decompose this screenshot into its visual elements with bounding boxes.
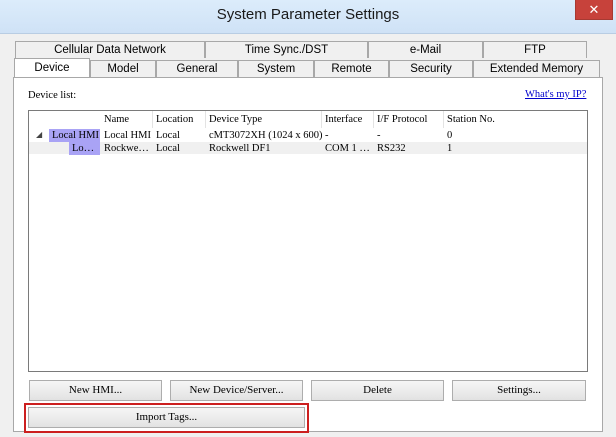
cell-name: Rockwe… xyxy=(104,143,149,154)
tab-cellular-data-network[interactable]: Cellular Data Network xyxy=(15,41,205,58)
tab-extended-memory[interactable]: Extended Memory xyxy=(473,60,600,77)
whats-my-ip-link[interactable]: What's my IP? xyxy=(525,89,586,100)
tab-security[interactable]: Security xyxy=(389,60,473,77)
tab-time-sync-dst[interactable]: Time Sync./DST xyxy=(205,41,368,58)
column-header-name[interactable]: Name xyxy=(101,111,153,128)
window-title: System Parameter Settings xyxy=(216,6,400,23)
cell-station: 0 xyxy=(447,130,453,141)
cell-device-type: Rockwell DF1 xyxy=(209,143,271,154)
highlight-box xyxy=(24,403,309,433)
close-button[interactable]: ✕ xyxy=(575,0,613,20)
tab-system[interactable]: System xyxy=(238,60,314,77)
new-hmi-button[interactable]: New HMI... xyxy=(29,380,162,401)
tab-general[interactable]: General xyxy=(156,60,238,77)
tab-email[interactable]: e-Mail xyxy=(368,41,483,58)
column-header-device-type[interactable]: Device Type xyxy=(206,111,322,128)
column-header-station-no[interactable]: Station No. xyxy=(444,111,514,128)
device-list-label: Device list: xyxy=(28,90,77,101)
group-label: Lo… xyxy=(69,142,100,155)
cell-location: Local xyxy=(156,130,180,141)
cell-name: Local HMI xyxy=(104,130,151,141)
title-bar: System Parameter Settings ✕ xyxy=(0,0,616,34)
device-list-table[interactable]: Name Location Device Type Interface I/F … xyxy=(28,110,588,372)
collapse-arrow-icon[interactable]: ◢ xyxy=(36,130,42,139)
new-device-server-button[interactable]: New Device/Server... xyxy=(170,380,303,401)
cell-device-type: cMT3072XH (1024 x 600) xyxy=(209,130,322,141)
group-label: Local HMI xyxy=(49,129,100,142)
cell-interface: - xyxy=(325,130,329,141)
tab-remote[interactable]: Remote xyxy=(314,60,389,77)
column-header-if-protocol[interactable]: I/F Protocol xyxy=(374,111,444,128)
cell-interface: COM 1 … xyxy=(325,143,370,154)
column-header-location[interactable]: Location xyxy=(153,111,206,128)
tab-model[interactable]: Model xyxy=(90,60,156,77)
cell-protocol: - xyxy=(377,130,381,141)
cell-protocol: RS232 xyxy=(377,143,406,154)
cell-station: 1 xyxy=(447,143,453,154)
column-header-interface[interactable]: Interface xyxy=(322,111,374,128)
settings-button[interactable]: Settings... xyxy=(452,380,586,401)
delete-button[interactable]: Delete xyxy=(311,380,444,401)
tab-device[interactable]: Device xyxy=(14,58,90,77)
tab-ftp[interactable]: FTP xyxy=(483,41,587,58)
cell-location: Local xyxy=(156,143,180,154)
